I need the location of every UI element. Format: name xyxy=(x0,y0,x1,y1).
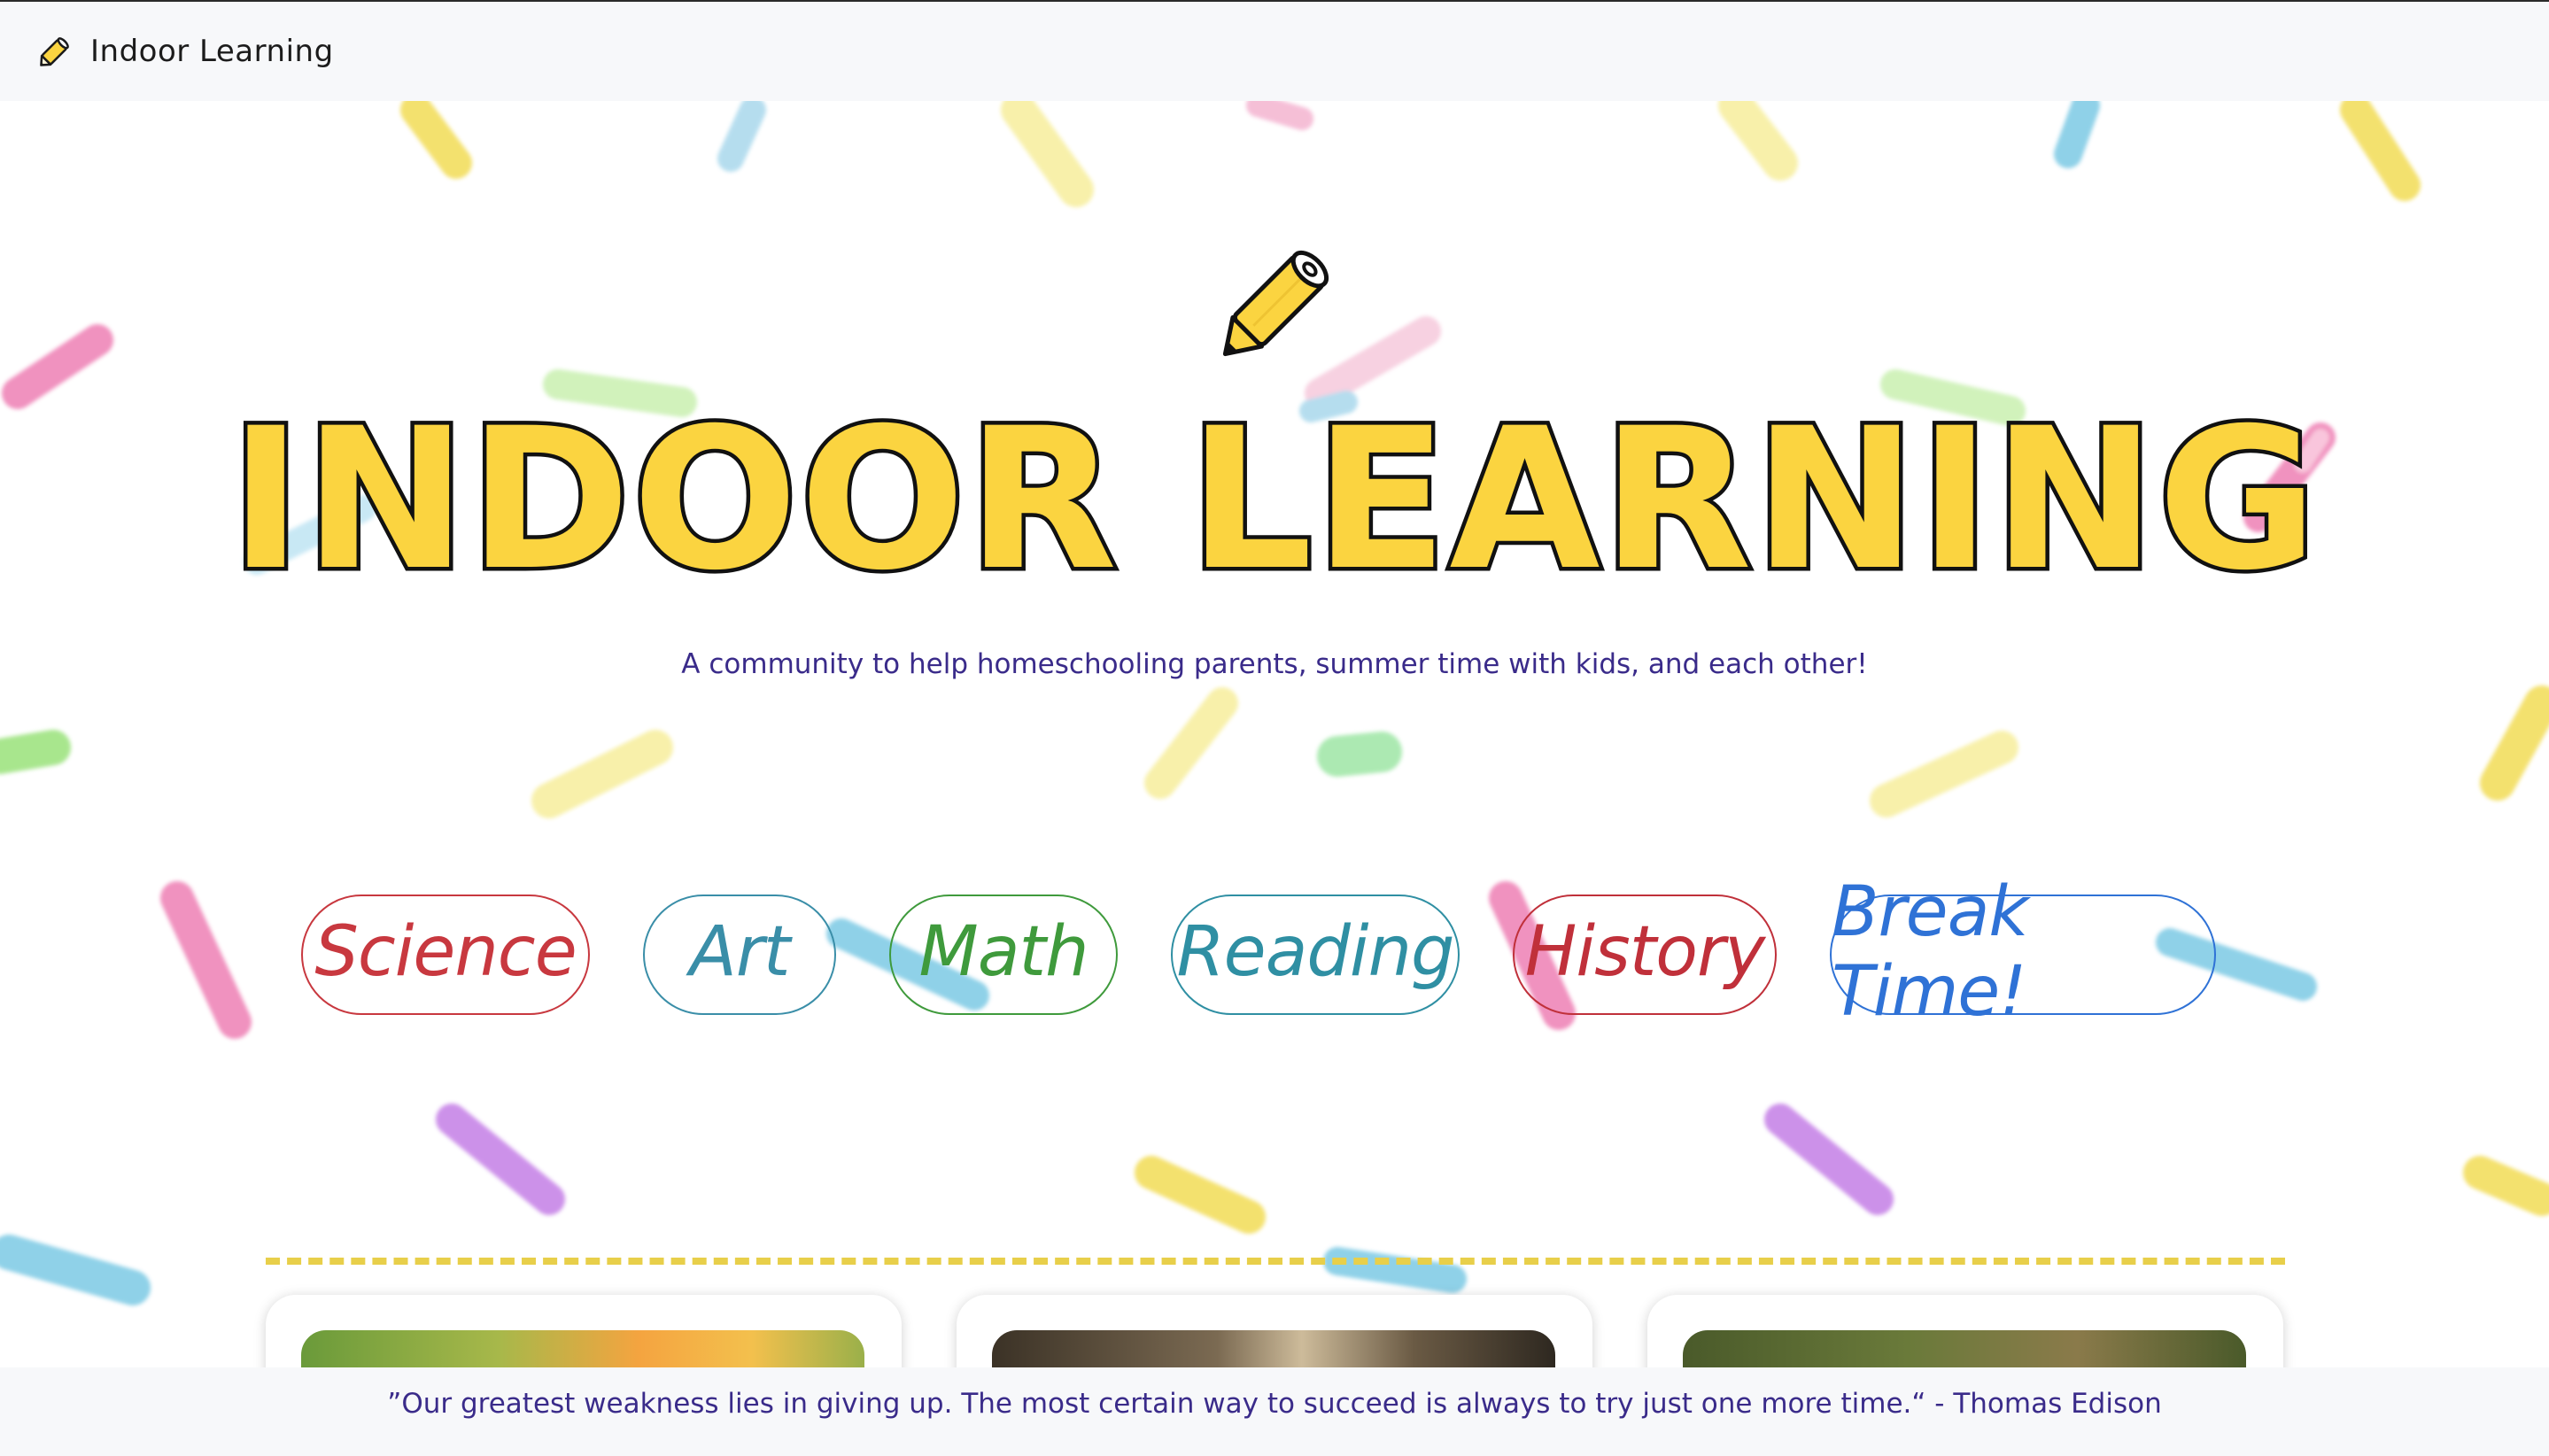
brand-link[interactable]: Indoor Learning xyxy=(34,30,334,73)
page: Indoor Learning INDOOR LEARNING A commun… xyxy=(0,0,2549,1456)
footer-bar: ”Our greatest weakness lies in giving up… xyxy=(0,1367,2549,1456)
subject-science-button[interactable]: Science xyxy=(301,895,590,1015)
subject-history-button[interactable]: History xyxy=(1513,895,1777,1015)
subject-art-button[interactable]: Art xyxy=(643,895,836,1015)
brand-name: Indoor Learning xyxy=(90,34,334,69)
section-divider xyxy=(266,1258,2285,1265)
subject-math-button[interactable]: Math xyxy=(889,895,1118,1015)
pencil-icon xyxy=(40,37,69,66)
top-navbar: Indoor Learning xyxy=(0,2,2549,101)
hero-title: INDOOR LEARNING xyxy=(226,383,2321,612)
subject-break-time-button[interactable]: Break Time! xyxy=(1830,872,2216,1032)
hero-tagline: A community to help homeschooling parent… xyxy=(681,648,1868,680)
footer-quote: ”Our greatest weakness lies in giving up… xyxy=(387,1388,2162,1420)
subject-reading-button[interactable]: Reading xyxy=(1171,895,1460,1015)
pencil-icon xyxy=(1222,250,1329,357)
hero-title-text: INDOOR LEARNING xyxy=(229,386,2319,611)
